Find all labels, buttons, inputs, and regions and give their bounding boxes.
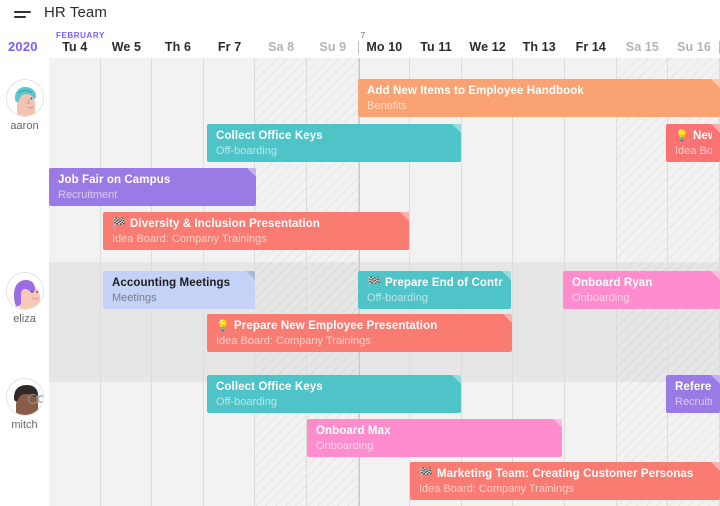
task-subtitle: Benefits [367, 100, 407, 112]
task-subtitle: Off-boarding [216, 145, 277, 157]
person-eliza[interactable]: eliza [0, 272, 49, 325]
person-mitch[interactable]: mitch [0, 378, 49, 431]
task-title: Accounting Meetings [112, 277, 231, 289]
task-bar-new[interactable]: 💡 New Idea Boa [666, 124, 720, 162]
task-bar-collect-office-keys[interactable]: Collect Office Keys Off-boarding [207, 375, 461, 413]
task-title: Referenc [675, 381, 712, 393]
day-header-fr-14[interactable]: Fr 14 [565, 40, 617, 54]
task-title: Add New Items to Employee Handbook [367, 85, 584, 97]
day-header-we-5[interactable]: We 5 [101, 40, 153, 54]
task-corner-fold [711, 271, 720, 280]
task-corner-fold [452, 375, 461, 384]
day-header-sa-15[interactable]: Sa 15 [617, 40, 669, 54]
avatar-eliza[interactable] [5, 272, 44, 310]
task-bar-onboard-max[interactable]: Onboard Max Onboarding [307, 419, 562, 457]
gantt-chart: Add New Items to Employee Handbook Benefi… [0, 58, 720, 506]
grid-column [49, 58, 101, 506]
task-corner-fold [452, 124, 461, 133]
task-title: Onboard Max [316, 425, 391, 437]
task-corner-fold [247, 168, 256, 177]
task-title: Prepare End of Contra [385, 277, 503, 289]
top-bar: HR Team [0, 0, 720, 30]
timeline-header: 2020 FEBRUARY Tu 4 We 5 Th 6 Fr 7 Sa 8 Su 9 Mo… [0, 30, 720, 58]
task-bar-prepare-end-of-contra[interactable]: 🏁 Prepare End of Contra Off-boarding [358, 271, 511, 309]
task-corner-fold [711, 375, 720, 384]
task-corner-fold [246, 271, 255, 280]
people-sidebar: aaron eliza mitch [0, 58, 49, 506]
day-header-th-13[interactable]: Th 13 [513, 40, 565, 54]
hamburger-menu-icon[interactable] [14, 9, 34, 21]
checkered-flag-icon: 🏁 [112, 218, 126, 230]
task-subtitle: Recruitment [58, 189, 118, 201]
task-subtitle: Off-boarding [216, 396, 277, 408]
task-title: New [693, 130, 712, 142]
task-title: Prepare New Employee Presentation [234, 320, 438, 332]
week-number: 7 [360, 31, 366, 40]
task-corner-fold [503, 314, 512, 323]
task-corner-fold [400, 212, 409, 221]
task-subtitle: Idea Board: Company Trainings [112, 233, 267, 245]
avatar-mitch[interactable] [5, 378, 44, 416]
person-name-label: eliza [13, 313, 36, 325]
task-subtitle: Onboarding [572, 292, 630, 304]
page-title: HR Team [44, 4, 107, 21]
task-corner-fold [711, 124, 720, 133]
task-subtitle: Meetings [112, 292, 157, 304]
day-header-sa-8[interactable]: Sa 8 [255, 40, 307, 54]
day-header-su-9[interactable]: Su 9 [307, 40, 359, 54]
day-header-we-12[interactable]: We 12 [462, 40, 514, 54]
grid-area: Add New Items to Employee Handbook Benefi… [49, 58, 720, 506]
task-title: Job Fair on Campus [58, 174, 171, 186]
task-title: Collect Office Keys [216, 381, 323, 393]
day-header-tu-11[interactable]: Tu 11 [410, 40, 462, 54]
task-title: Collect Office Keys [216, 130, 323, 142]
task-bar-marketing-team-creating-customer-personas[interactable]: 🏁 Marketing Team: Creating Customer Perso… [410, 462, 720, 500]
lightbulb-icon: 💡 [216, 320, 230, 332]
task-corner-fold [711, 462, 720, 471]
person-name-label: aaron [10, 120, 39, 132]
task-title: Marketing Team: Creating Customer Person… [437, 468, 694, 480]
day-header-su-16[interactable]: Su 16 [668, 40, 720, 54]
task-title: Onboard Ryan [572, 277, 653, 289]
checkered-flag-icon: 🏁 [367, 277, 381, 289]
task-subtitle: Idea Board: Company Trainings [419, 483, 574, 495]
task-subtitle: Recruitm [675, 396, 712, 408]
day-header-tu-4[interactable]: Tu 4 [49, 40, 101, 54]
day-header-mo-10[interactable]: Mo 10 [359, 40, 411, 54]
task-subtitle: Onboarding [316, 440, 374, 452]
lightbulb-icon: 💡 [675, 130, 689, 142]
task-corner-fold [553, 419, 562, 428]
task-bar-referenc[interactable]: Referenc Recruitm [666, 375, 720, 413]
day-header-th-6[interactable]: Th 6 [152, 40, 204, 54]
task-subtitle: Off-boarding [367, 292, 428, 304]
task-bar-add-new-items-to-employee-handbook[interactable]: Add New Items to Employee Handbook Benefi… [358, 79, 720, 117]
person-name-label: mitch [11, 419, 38, 431]
task-bar-onboard-ryan[interactable]: Onboard Ryan Onboarding [563, 271, 720, 309]
task-title: Diversity & Inclusion Presentation [130, 218, 321, 230]
week-divider-tick [357, 41, 359, 54]
day-header-fr-7[interactable]: Fr 7 [204, 40, 256, 54]
task-corner-fold [502, 271, 511, 280]
avatar-aaron[interactable] [5, 79, 44, 117]
task-bar-diversity-inclusion-presentation[interactable]: 🏁 Diversity & Inclusion Presentation Idea … [103, 212, 409, 250]
task-corner-fold [711, 79, 720, 88]
task-bar-job-fair-on-campus[interactable]: Job Fair on Campus Recruitment [49, 168, 256, 206]
task-bar-prepare-new-employee-presentation[interactable]: 💡 Prepare New Employee Presentation Idea B… [207, 314, 512, 352]
task-bar-accounting-meetings[interactable]: Accounting Meetings Meetings [103, 271, 255, 309]
task-subtitle: Idea Boa [675, 145, 712, 157]
year-label: 2020 [8, 39, 38, 54]
gantt-app: HR Team 2020 FEBRUARY Tu 4 We 5 Th 6 Fr 7 Sa… [0, 0, 720, 506]
person-aaron[interactable]: aaron [0, 79, 49, 132]
task-subtitle: Idea Board: Company Trainings [216, 335, 371, 347]
checkered-flag-icon: 🏁 [419, 468, 433, 480]
task-bar-collect-office-keys[interactable]: Collect Office Keys Off-boarding [207, 124, 461, 162]
month-label: FEBRUARY [56, 31, 105, 40]
